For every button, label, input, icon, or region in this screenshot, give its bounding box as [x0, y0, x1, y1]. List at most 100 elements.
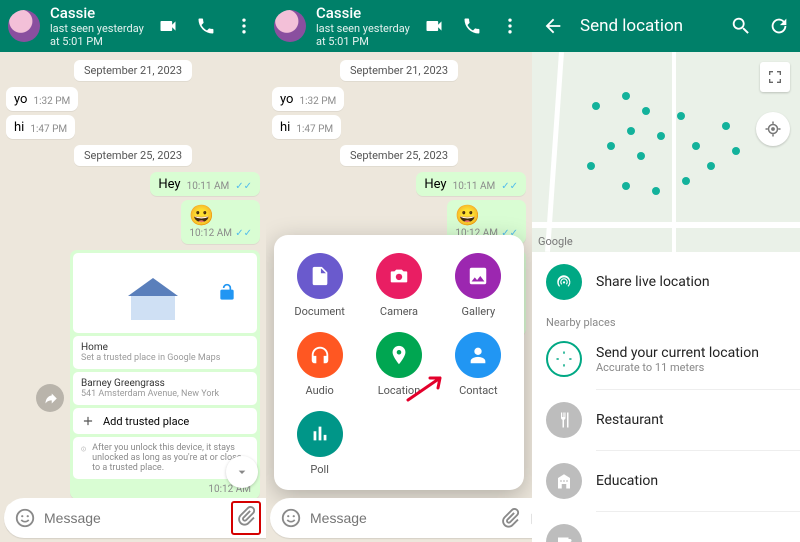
last-seen: last seen yesterday at 5:01 PM	[316, 22, 410, 48]
message-in[interactable]: hi1:47 PM	[6, 115, 75, 139]
document-icon	[309, 265, 331, 287]
send-current-location[interactable]: Send your current location Accurate to 1…	[532, 329, 800, 389]
home-title: Home	[81, 342, 249, 353]
back-icon[interactable]	[542, 15, 564, 37]
message-input[interactable]	[310, 510, 491, 526]
card-home-section: Home Set a trusted place in Google Maps	[73, 336, 257, 369]
attach-label: Camera	[380, 305, 418, 318]
date-separator: September 21, 2023	[74, 60, 192, 81]
message-in[interactable]: yo 1:32 PM	[272, 87, 344, 111]
card-place-section: Barney Greengrass 541 Amsterdam Avenue, …	[73, 372, 257, 405]
contact-name: Cassie	[316, 4, 410, 22]
read-ticks-icon: ✓✓	[235, 181, 252, 192]
category-icon-wrap	[546, 524, 582, 542]
message-input[interactable]	[44, 510, 225, 526]
input-bar	[4, 498, 262, 538]
chat-body[interactable]: September 21, 2023 yo1:32 PM hi1:47 PM S…	[0, 52, 266, 494]
attach-contact[interactable]: Contact	[455, 332, 501, 397]
message-emoji: 😀	[189, 205, 214, 225]
nearby-restaurant[interactable]: Restaurant	[532, 390, 800, 450]
page-title: Send location	[580, 16, 714, 36]
voice-call-button[interactable]	[458, 16, 486, 36]
share-live-location[interactable]: Share live location	[532, 252, 800, 312]
message-input-wrap	[4, 498, 266, 538]
more-vert-icon	[234, 16, 254, 36]
scroll-to-bottom[interactable]	[226, 456, 258, 488]
person-icon	[467, 344, 489, 366]
search-icon[interactable]	[730, 15, 752, 37]
voice-call-button[interactable]	[192, 16, 220, 36]
my-location-button[interactable]	[756, 112, 790, 146]
video-icon	[158, 16, 178, 36]
message-time: 10:12 AM	[189, 228, 232, 239]
message-out[interactable]: 😀 10:12 AM ✓✓	[181, 200, 260, 244]
nearby-education[interactable]: Education	[532, 451, 800, 511]
fullscreen-button[interactable]	[760, 62, 790, 92]
message-out[interactable]: Hey10:11 AM✓✓	[150, 172, 260, 196]
refresh-icon[interactable]	[768, 15, 790, 37]
place-address: 541 Amsterdam Avenue, New York	[81, 389, 249, 399]
attach-location[interactable]: Location	[376, 332, 422, 397]
forward-icon	[43, 391, 58, 406]
attach-document[interactable]: Document	[294, 253, 344, 318]
location-pin-icon	[388, 344, 410, 366]
last-seen: last seen yesterday at 5:01 PM	[50, 22, 144, 48]
category-icon-wrap	[546, 463, 582, 499]
attach-gallery[interactable]: Gallery	[455, 253, 501, 318]
attach-icon[interactable]	[235, 505, 257, 527]
plus-icon	[81, 414, 95, 428]
add-trusted-place[interactable]: Add trusted place	[73, 408, 257, 434]
target-icon	[555, 350, 573, 368]
nearby-item[interactable]	[532, 512, 800, 542]
chat-screen-2: Cassie last seen yesterday at 5:01 PM Se…	[266, 0, 532, 542]
read-ticks-icon: ✓✓	[235, 228, 252, 239]
date-separator: September 25, 2023	[340, 145, 458, 166]
attach-label: Location	[378, 384, 421, 397]
emoji-icon[interactable]	[14, 507, 36, 529]
share-live-label: Share live location	[596, 274, 710, 290]
card-illustration	[73, 253, 257, 333]
place-name: Barney Greengrass	[81, 378, 249, 389]
avatar[interactable]	[274, 10, 306, 42]
message-time: 10:11 AM	[453, 181, 496, 192]
message-emoji: 😀	[455, 205, 480, 225]
video-call-button[interactable]	[420, 16, 448, 36]
message-time: 1:32 PM	[299, 96, 336, 107]
attach-label: Document	[294, 305, 344, 318]
message-in[interactable]: yo1:32 PM	[6, 87, 78, 111]
attach-label: Audio	[305, 384, 333, 397]
more-button[interactable]	[496, 16, 524, 36]
emoji-icon[interactable]	[280, 507, 302, 529]
message-out[interactable]: Hey10:11 AM✓✓	[416, 172, 526, 196]
more-vert-icon	[500, 16, 520, 36]
message-time: 1:47 PM	[296, 124, 333, 135]
attach-icon[interactable]	[499, 507, 521, 529]
more-button[interactable]	[230, 16, 258, 36]
attach-audio[interactable]: Audio	[297, 332, 343, 397]
phone-icon	[462, 16, 482, 36]
message-text: hi	[280, 120, 290, 135]
attach-camera[interactable]: Camera	[376, 253, 422, 318]
my-location-icon	[764, 120, 782, 138]
avatar[interactable]	[8, 10, 40, 42]
map[interactable]: Google	[532, 52, 800, 252]
broadcast-icon	[555, 273, 573, 291]
attach-poll[interactable]: Poll	[297, 411, 343, 476]
header-title-block[interactable]: Cassie last seen yesterday at 5:01 PM	[316, 4, 410, 48]
category-label: Education	[596, 473, 658, 489]
message-text: yo	[280, 92, 293, 107]
read-ticks-icon: ✓✓	[501, 181, 518, 192]
header-title-block[interactable]: Cassie last seen yesterday at 5:01 PM	[50, 4, 144, 48]
video-call-button[interactable]	[154, 16, 182, 36]
forward-button[interactable]	[36, 384, 64, 412]
attach-highlight	[231, 501, 261, 535]
attach-label: Contact	[459, 384, 497, 397]
home-subtitle: Set a trusted place in Google Maps	[81, 353, 249, 363]
restaurant-icon	[555, 411, 573, 429]
attachment-sheet: Document Camera Gallery Audio Location C…	[274, 235, 524, 490]
google-logo: Google	[538, 235, 573, 248]
date-separator: September 25, 2023	[74, 145, 192, 166]
message-time: 10:11 AM	[187, 181, 230, 192]
message-in[interactable]: hi 1:47 PM	[272, 115, 341, 139]
message-time: 1:32 PM	[33, 96, 70, 107]
